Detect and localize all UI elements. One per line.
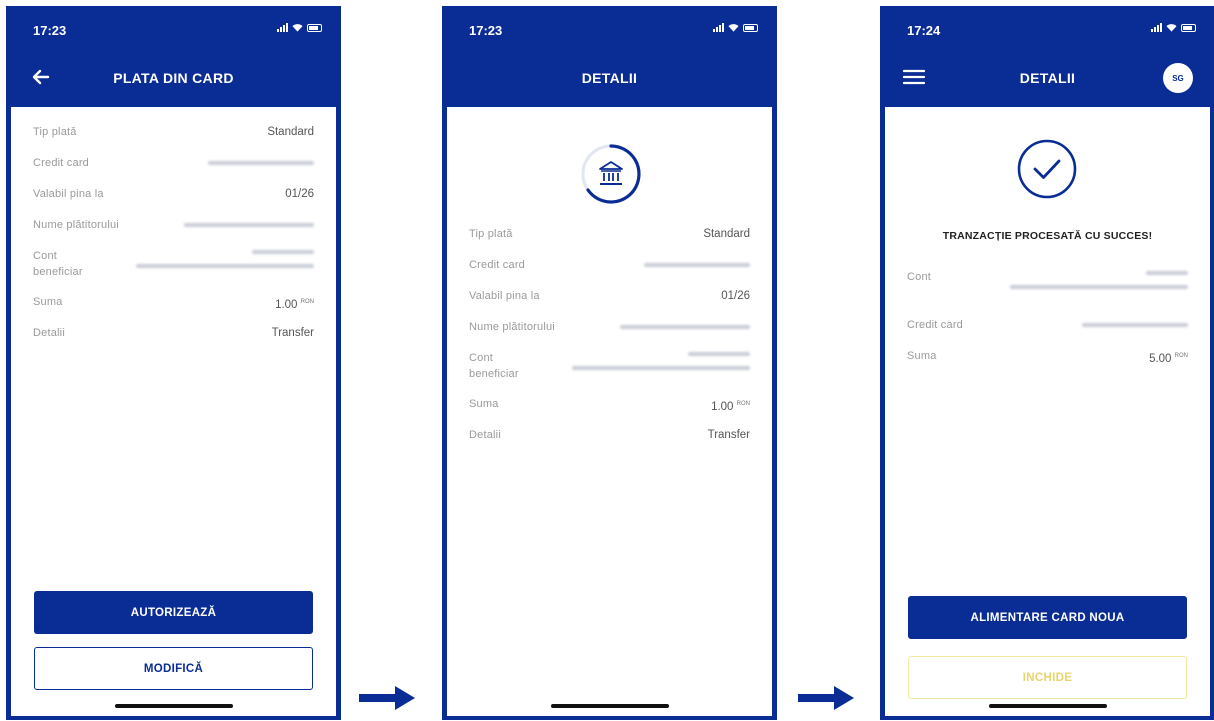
flow-arrow-icon xyxy=(359,686,415,710)
authorize-button[interactable]: AUTORIZEAZĂ xyxy=(34,591,313,634)
row-value: 01/26 xyxy=(721,290,750,302)
row-label: Detalii xyxy=(33,327,65,339)
row-value: Transfer xyxy=(271,327,314,339)
page-title: DETALII xyxy=(581,70,638,86)
modify-button[interactable]: MODIFICĂ xyxy=(34,647,313,690)
screen-content: 17:23 DETALII Tip plată Standard Credit … xyxy=(447,6,772,716)
row-details: Detalii Transfer xyxy=(11,325,336,356)
status-time: 17:23 xyxy=(469,23,503,38)
redacted-value xyxy=(620,325,750,329)
status-icons xyxy=(1151,23,1196,32)
home-indicator xyxy=(988,704,1107,708)
status-icons xyxy=(277,23,322,32)
row-label: Credit card xyxy=(469,259,525,271)
signal-icon xyxy=(277,23,288,32)
currency-label: RON xyxy=(1174,353,1188,359)
details-list: Tip plată Standard Credit card Valabil p… xyxy=(11,124,336,356)
details-list: Tip plată Standard Credit card Valabil p… xyxy=(447,226,772,458)
wifi-icon xyxy=(1166,24,1177,32)
row-credit-card: Credit card xyxy=(885,317,1210,348)
redacted-value xyxy=(136,248,314,268)
row-beneficiary-account: Cont beneficiar xyxy=(447,350,772,396)
signal-icon xyxy=(1151,23,1162,32)
row-label: Tip plată xyxy=(469,228,513,240)
row-beneficiary-account: Cont beneficiar xyxy=(11,248,336,294)
success-message: TRANZACȚIE PROCESATĂ CU SUCCES! xyxy=(942,230,1153,242)
new-card-topup-button[interactable]: ALIMENTARE CARD NOUA xyxy=(908,596,1187,639)
close-button[interactable]: INCHIDE xyxy=(908,656,1187,699)
row-credit-card: Credit card xyxy=(447,257,772,288)
row-payer-name: Nume plătitorului xyxy=(11,217,336,248)
row-payment-type: Tip plată Standard xyxy=(11,124,336,155)
app-header: 17:23 DETALII xyxy=(447,6,772,107)
checkmark-icon xyxy=(1017,139,1077,199)
row-label: Valabil pina la xyxy=(469,290,540,302)
redacted-value xyxy=(208,161,314,165)
bank-icon xyxy=(581,144,641,204)
row-label: Nume plătitorului xyxy=(33,219,119,231)
avatar[interactable]: SG xyxy=(1163,63,1193,93)
app-header: 17:23 PLATA DIN CARD xyxy=(11,6,336,107)
row-label: Suma xyxy=(33,296,63,308)
row-payer-name: Nume plătitorului xyxy=(447,319,772,350)
row-credit-card: Credit card xyxy=(11,155,336,186)
row-label: Detalii xyxy=(469,429,501,441)
row-amount: Suma 1.00 RON xyxy=(447,396,772,427)
redacted-value xyxy=(572,350,750,370)
battery-icon xyxy=(743,23,758,32)
row-label: Suma xyxy=(469,398,499,410)
redacted-value xyxy=(1082,323,1188,327)
row-valid-until: Valabil pina la 01/26 xyxy=(447,288,772,319)
row-value: 01/26 xyxy=(285,188,314,200)
row-details: Detalii Transfer xyxy=(447,427,772,458)
page-title: DETALII xyxy=(1019,70,1076,86)
amount-value: 5.00 RON xyxy=(1149,353,1188,365)
amount-value: 1.00 RON xyxy=(711,401,750,413)
row-label: Cont beneficiar xyxy=(469,352,519,380)
row-label: Valabil pina la xyxy=(33,188,104,200)
flow-arrow-icon xyxy=(798,686,854,710)
row-account: Cont xyxy=(885,269,1210,317)
phone-screen-success: 17:24 DETALII SG TRANZACȚIE PROCESATĂ CU… xyxy=(880,6,1214,720)
row-value: Standard xyxy=(267,126,314,138)
status-time: 17:23 xyxy=(33,23,67,38)
row-label: Tip plată xyxy=(33,126,77,138)
redacted-value xyxy=(644,263,750,267)
status-icons xyxy=(713,23,758,32)
currency-label: RON xyxy=(736,401,750,407)
row-label: Credit card xyxy=(907,319,963,331)
row-value: Transfer xyxy=(707,429,750,441)
row-label: Suma xyxy=(907,350,937,362)
row-valid-until: Valabil pina la 01/26 xyxy=(11,186,336,217)
row-value: Standard xyxy=(703,228,750,240)
home-indicator xyxy=(114,704,233,708)
row-payment-type: Tip plată Standard xyxy=(447,226,772,257)
screen-content: 17:23 PLATA DIN CARD Tip plată Standard … xyxy=(11,6,336,716)
row-amount: Suma 5.00 RON xyxy=(885,348,1210,379)
redacted-value xyxy=(184,223,314,227)
currency-label: RON xyxy=(300,299,314,305)
page-title: PLATA DIN CARD xyxy=(113,70,234,86)
row-label: Cont xyxy=(907,271,932,283)
screen-content: 17:24 DETALII SG TRANZACȚIE PROCESATĂ CU… xyxy=(885,6,1210,716)
row-label: Nume plătitorului xyxy=(469,321,555,333)
row-label: Credit card xyxy=(33,157,89,169)
battery-icon xyxy=(1181,23,1196,32)
status-time: 17:24 xyxy=(907,23,941,38)
wifi-icon xyxy=(292,24,303,32)
wifi-icon xyxy=(728,24,739,32)
details-list: Cont Credit card Suma 5.00 RON xyxy=(885,269,1210,379)
phone-screen-processing: 17:23 DETALII Tip plată Standard Credit … xyxy=(442,6,777,720)
signal-icon xyxy=(713,23,724,32)
amount-value: 1.00 RON xyxy=(275,299,314,311)
row-amount: Suma 1.00 RON xyxy=(11,294,336,325)
home-indicator xyxy=(550,704,669,708)
phone-screen-payment: 17:23 PLATA DIN CARD Tip plată Standard … xyxy=(6,6,341,720)
row-label: Cont beneficiar xyxy=(33,250,83,278)
app-header: 17:24 DETALII SG xyxy=(885,6,1210,107)
redacted-value xyxy=(1010,269,1188,289)
battery-icon xyxy=(307,23,322,32)
